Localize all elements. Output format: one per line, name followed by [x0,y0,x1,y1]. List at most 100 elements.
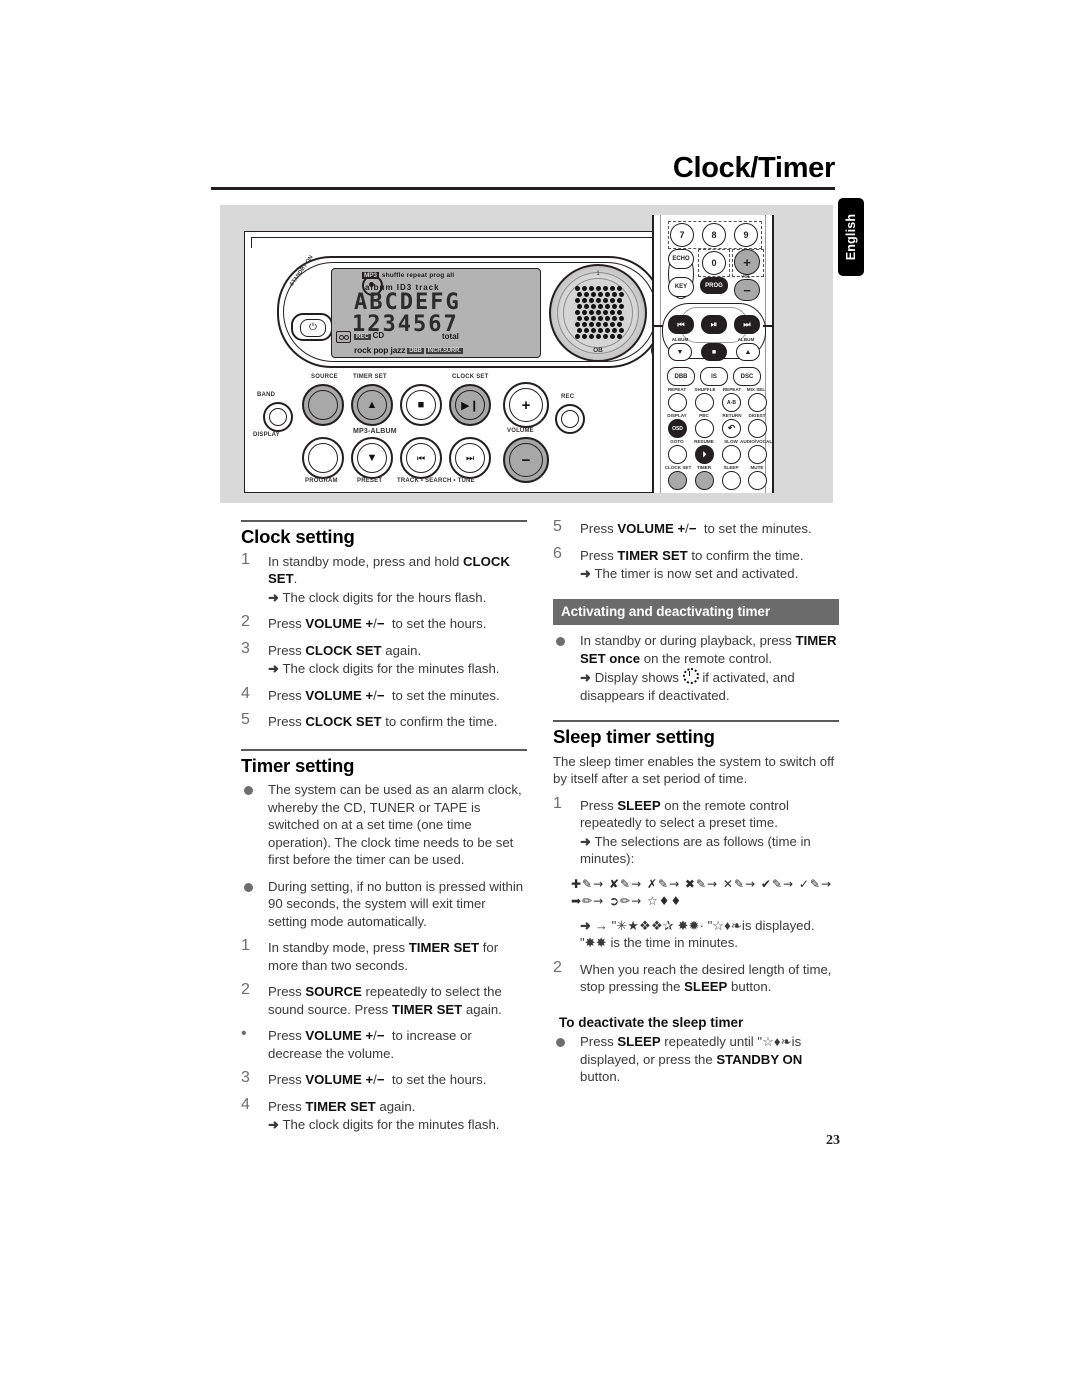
speaker-dot [596,310,601,315]
remote-prog-button[interactable]: PROG [700,277,728,294]
remote-label-display: DISPLAY [667,413,687,418]
step-number: 3 [241,1069,250,1086]
remote-goto-button[interactable] [668,445,687,464]
speaker-dot [577,304,582,309]
remote-label-sleep: SLEEP [723,465,739,470]
activating-timer-bar: Activating and deactivating timer [553,598,839,625]
remote-key-9[interactable]: 9 [734,223,758,247]
speaker-dot [598,292,603,297]
speaker-dot [584,292,589,297]
lcd-indicator-text: shuffle repeat prog all [381,272,455,280]
title-divider [211,187,835,190]
step-text: Press SLEEP on the remote control repeat… [580,797,789,831]
next-track-icon: ⏭ [465,452,475,463]
remote-repeat-ab-button[interactable]: A-B [722,393,741,412]
remote-return-button[interactable]: ↶ [722,419,741,438]
remote-key-button[interactable]: KEY [668,277,694,297]
band-button[interactable] [263,402,293,432]
step-item: 2 Press SOURCE repeatedly to select the s… [241,981,527,1018]
remote-album-down-button[interactable]: ▼ [668,343,692,361]
remote-previous-button[interactable]: ⏮ [668,315,694,334]
band-button-inner [269,408,287,426]
remote-digest-button[interactable] [748,419,767,438]
previous-button[interactable]: ⏮ [400,437,442,479]
bullet-dot [244,882,253,892]
remote-volume-minus[interactable]: − [734,279,760,301]
speaker-dot [582,310,587,315]
volume-plus-button[interactable]: + [503,382,549,428]
standby-on-button[interactable]: ⏻ [291,313,333,341]
deactivate-sleep-bullet: Press SLEEP repeatedly until "☆♦❧is disp… [553,1033,839,1086]
remote-sleep-button[interactable] [722,471,741,490]
step-arrow-note: ➜ The clock digits for the minutes flash… [268,661,500,676]
arrow-icon: ➜ [580,566,592,581]
remote-volume-plus[interactable]: + [734,249,760,275]
stop-button[interactable]: ■ [400,384,442,426]
sleep-timer-steps: 1 Press SLEEP on the remote control repea… [553,795,839,868]
remote-key-0[interactable]: 0 [702,251,726,275]
play-pause-icon: ▶❙ [461,399,479,412]
remote-mute-button[interactable] [748,471,767,490]
remote-dbb-button[interactable]: DBB [667,367,695,386]
remote-pbc-button[interactable] [695,419,714,438]
remote-slow-button[interactable] [722,445,741,464]
speaker-dot [584,316,589,321]
lcd-indicators-top: MP3 shuffle repeat prog all [362,272,540,280]
step-arrow-note: ➜ The clock digits for the hours flash. [268,589,487,605]
remote-mix-sel-button[interactable] [748,393,767,412]
rec-button[interactable] [555,404,585,434]
speaker-dot [617,286,622,291]
speaker-dot [598,304,603,309]
volume-minus-button[interactable]: − [503,437,549,483]
bullet-text: The system can be used as an alarm clock… [268,782,522,867]
remote-play-pause-button[interactable]: ⏯ [701,315,727,334]
timer-set-button[interactable]: ▲ [351,384,393,426]
speaker-dot [603,322,608,327]
remote-audio-vocal-button[interactable] [748,445,767,464]
device-front-panel: ⏻ STANDBY-ON Y MP3shuffle repeat prog al… [244,231,686,493]
remote-is-button[interactable]: IS [700,367,728,386]
timer-setting-bullets: The system can be used as an alarm clock… [241,781,527,930]
activating-timer-arrow: ➜ Display shows if activated, and disapp… [580,668,839,704]
step-text: Press VOLUME +/− to set the hours. [268,1072,487,1087]
power-icon: ⏻ [300,319,326,337]
speaker-dot [619,316,624,321]
next-button[interactable]: ⏭ [449,437,491,479]
remote-osd-button[interactable]: OSD [668,419,687,438]
speaker-dot [617,322,622,327]
speaker-dot [610,322,615,327]
step-item: 3 Press VOLUME +/− to set the hours. [241,1069,527,1089]
cassette-icon [336,331,351,343]
remote-shuffle-button[interactable] [695,393,714,412]
remote-dsc-button[interactable]: DSC [733,367,761,386]
speaker-dot [591,304,596,309]
source-button[interactable] [302,384,344,426]
remote-stop-button[interactable]: ■ [701,343,727,361]
remote-resume-button[interactable]: ⏵ [695,445,714,464]
label-track-search-tune: TRACK • SEARCH • TUNE [397,478,475,484]
step-text: Press CLOCK SET again. [268,642,422,658]
minus-icon: − [521,451,531,469]
remote-label-digest: DIGEST [748,413,766,418]
label-preset: PRESET [357,478,383,484]
clock-set-button[interactable]: ▶❙ [449,384,491,426]
remote-echo-button[interactable]: ECHO [668,249,694,269]
bullet-dot [556,637,565,646]
remote-key-7[interactable]: 7 [670,223,694,247]
speaker-dot [598,316,603,321]
remote-label-goto: GOTO [670,439,684,444]
remote-album-up-button[interactable]: ▲ [736,343,760,361]
remote-clock-set-button[interactable] [668,471,687,490]
remote-repeat-button[interactable] [668,393,687,412]
remote-next-button[interactable]: ⏭ [734,315,760,334]
speaker-dot [596,298,601,303]
remote-timer-button[interactable] [695,471,714,490]
program-button[interactable] [302,437,344,479]
preset-button[interactable]: ▼ [351,437,393,479]
step-item: • Press VOLUME +/− to increase or decreas… [241,1025,527,1062]
label-program: PROGRAM [305,478,338,484]
speaker-dot [603,298,608,303]
speaker-dot [575,286,580,291]
remote-key-8[interactable]: 8 [702,223,726,247]
label-timer-set: TIMER SET [353,374,387,380]
